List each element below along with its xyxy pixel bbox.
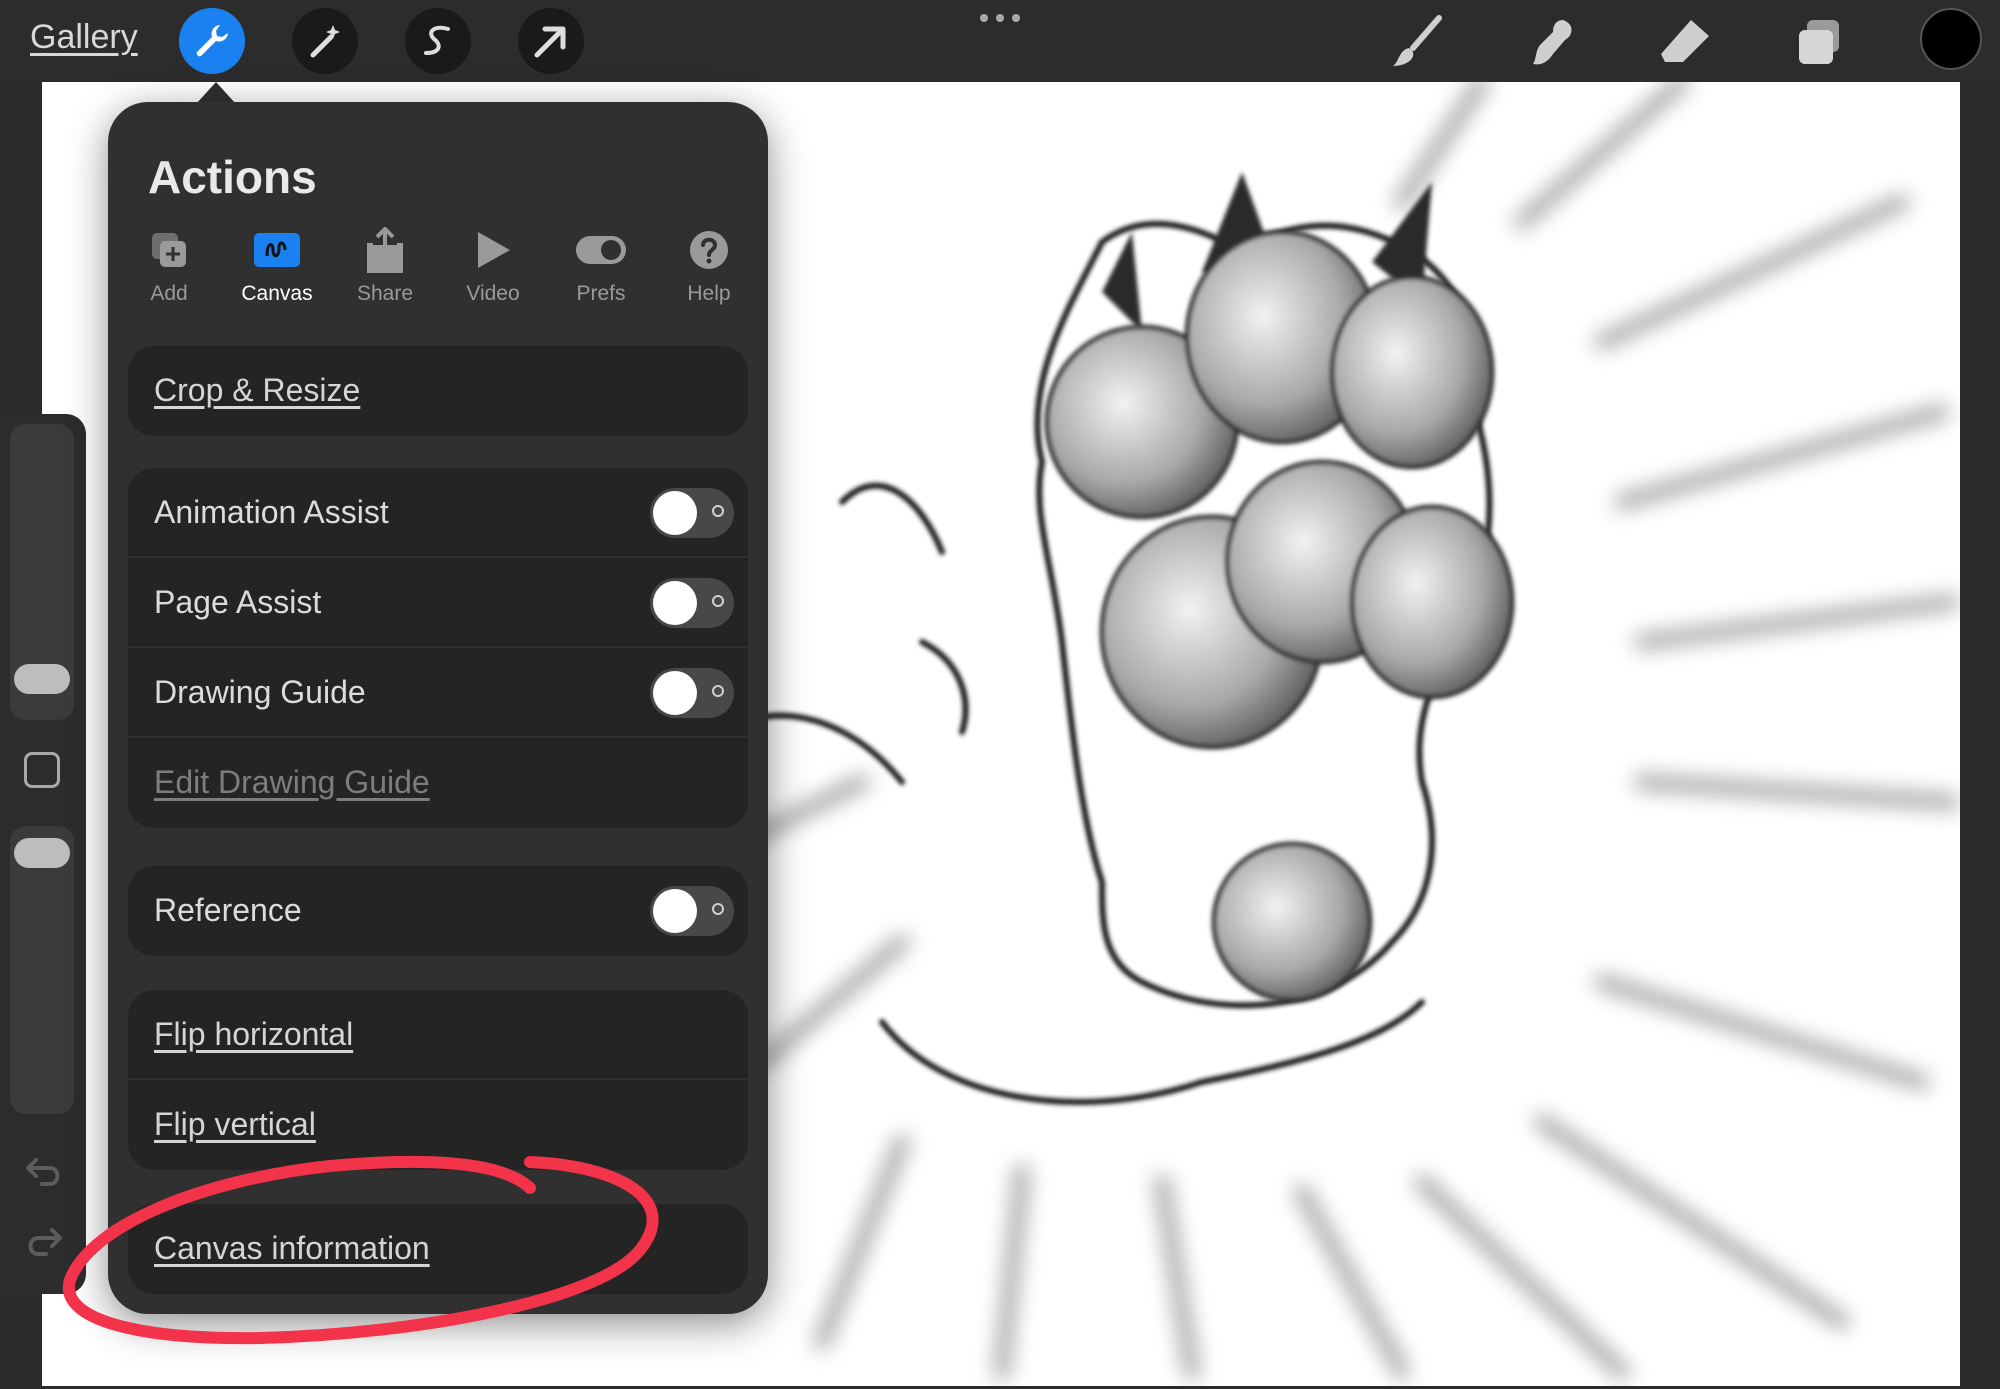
opacity-slider[interactable] — [10, 826, 74, 1114]
play-icon — [478, 232, 510, 268]
tab-canvas[interactable]: Canvas — [222, 224, 332, 306]
gallery-button[interactable]: Gallery — [30, 18, 138, 57]
reference-toggle[interactable] — [650, 886, 734, 936]
tab-share[interactable]: Share — [330, 224, 440, 306]
tab-share-label: Share — [356, 282, 414, 305]
selection-icon — [424, 25, 450, 55]
layers-icon — [1799, 20, 1839, 64]
canvas-information-link[interactable]: Canvas information — [154, 1230, 430, 1267]
eyedropper-square-button[interactable] — [24, 752, 60, 788]
crop-resize-link[interactable]: Crop & Resize — [154, 372, 360, 409]
add-icon — [152, 233, 186, 267]
page-assist-row: Page Assist — [128, 558, 748, 648]
tab-video[interactable]: Video — [438, 224, 548, 306]
eraser-icon — [1661, 20, 1709, 62]
actions-panel: Actions Add Canvas Share Video Prefs Hel… — [108, 102, 768, 1314]
flip-horizontal-link[interactable]: Flip horizontal — [154, 1016, 353, 1053]
layers-button[interactable] — [1788, 12, 1850, 72]
canvas-icon — [254, 233, 300, 267]
tab-help-label: Help — [687, 282, 731, 305]
animation-assist-toggle[interactable] — [650, 488, 734, 538]
flip-horizontal-row[interactable]: Flip horizontal — [128, 990, 748, 1080]
eraser-button[interactable] — [1654, 12, 1716, 72]
reference-group: Reference — [128, 866, 748, 956]
flip-vertical-link[interactable]: Flip vertical — [154, 1106, 316, 1143]
canvas-information-row[interactable]: Canvas information — [128, 1204, 748, 1294]
crop-group: Crop & Resize — [128, 346, 748, 436]
drawing-guide-label: Drawing Guide — [154, 674, 366, 710]
ellipsis-icon[interactable] — [978, 8, 1022, 28]
tab-video-label: Video — [466, 282, 520, 305]
redo-icon[interactable] — [24, 1224, 64, 1258]
page-assist-toggle[interactable] — [650, 578, 734, 628]
brush-button[interactable] — [1386, 12, 1448, 72]
brush-size-knob[interactable] — [14, 664, 70, 694]
brush-size-slider[interactable] — [10, 424, 74, 720]
left-sidebar — [0, 414, 86, 1294]
smudge-icon — [1533, 20, 1572, 65]
drawing-guide-row: Drawing Guide — [128, 648, 748, 738]
tab-prefs[interactable]: Prefs — [546, 224, 656, 306]
top-toolbar: Gallery — [0, 0, 2000, 82]
tab-canvas-label: Canvas — [241, 282, 313, 305]
edit-drawing-guide-link: Edit Drawing Guide — [154, 764, 430, 800]
reference-label: Reference — [154, 892, 302, 928]
toggle-icon — [576, 236, 626, 264]
animation-assist-row: Animation Assist — [128, 468, 748, 558]
help-icon — [690, 231, 728, 269]
animation-assist-label: Animation Assist — [154, 494, 389, 530]
panel-caret — [196, 82, 236, 104]
magic-wand-icon — [310, 25, 340, 58]
tab-help[interactable]: Help — [654, 224, 764, 306]
page-assist-label: Page Assist — [154, 584, 322, 620]
assist-group: Animation Assist Page Assist Drawing Gui… — [128, 468, 748, 828]
reference-row: Reference — [128, 866, 748, 956]
tab-add-label: Add — [150, 282, 188, 305]
brush-icon — [1393, 15, 1442, 66]
undo-icon[interactable] — [24, 1154, 64, 1188]
opacity-knob[interactable] — [14, 838, 70, 868]
flip-vertical-row[interactable]: Flip vertical — [128, 1080, 748, 1170]
tab-add[interactable]: Add — [114, 224, 224, 306]
transform-button[interactable] — [518, 8, 584, 74]
selection-button[interactable] — [405, 8, 471, 74]
edit-drawing-guide-row: Edit Drawing Guide — [128, 738, 748, 828]
transform-arrow-icon — [534, 26, 566, 58]
share-icon — [367, 227, 403, 273]
canvas-info-group: Canvas information — [128, 1204, 748, 1294]
wrench-icon — [196, 25, 228, 57]
color-swatch[interactable] — [1920, 8, 1982, 70]
smudge-button[interactable] — [1520, 12, 1582, 72]
drawing-guide-toggle[interactable] — [650, 668, 734, 718]
tab-prefs-label: Prefs — [576, 282, 626, 305]
flip-group: Flip horizontal Flip vertical — [128, 990, 748, 1170]
crop-resize-row[interactable]: Crop & Resize — [128, 346, 748, 436]
actions-wrench-button[interactable] — [179, 8, 245, 74]
panel-title: Actions — [148, 151, 317, 203]
adjustments-button[interactable] — [292, 8, 358, 74]
